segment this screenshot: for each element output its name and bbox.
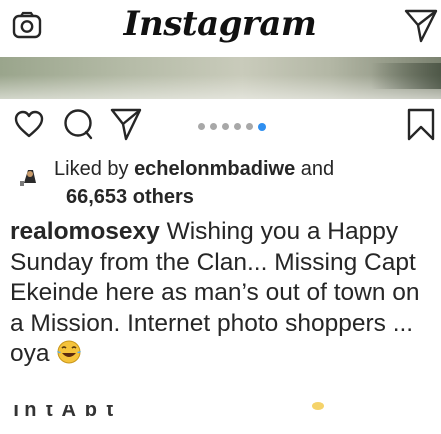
liked-by-line: Liked by echelonmbadiwe and <box>54 158 334 181</box>
liked-by-and: and <box>295 158 335 180</box>
cut-off-text: Th t A b t <box>10 405 116 417</box>
post-image[interactable] <box>0 57 441 99</box>
post-caption: realomosexy Wishing you a Happy Sunday f… <box>10 217 438 370</box>
caption-username[interactable]: realomosexy <box>10 218 160 245</box>
cut-off-comment: Th t A b t <box>10 405 340 417</box>
send-icon[interactable] <box>110 107 142 141</box>
emoji-icon <box>310 397 326 410</box>
carousel-dot <box>234 123 241 130</box>
heart-icon[interactable] <box>14 109 44 139</box>
camera-icon[interactable] <box>12 11 42 41</box>
carousel-dot <box>222 123 229 130</box>
carousel-dot <box>246 123 253 130</box>
carousel-dot <box>198 123 205 130</box>
bookmark-icon[interactable] <box>405 107 437 141</box>
direct-send-icon[interactable] <box>404 7 438 43</box>
laughing-tears-emoji <box>56 340 82 364</box>
app-logo: Instagram <box>123 4 317 44</box>
avatar[interactable] <box>18 164 42 188</box>
comment-icon[interactable] <box>62 108 94 140</box>
carousel-dot-active <box>258 122 266 131</box>
carousel-dot <box>210 123 217 130</box>
liker-username[interactable]: echelonmbadiwe <box>134 158 295 180</box>
action-bar <box>0 103 441 149</box>
liked-by-prefix: Liked by <box>54 158 135 180</box>
top-bar: Instagram <box>0 0 441 56</box>
image-shadow <box>371 63 441 89</box>
likes-count[interactable]: 66,653 others <box>66 186 194 209</box>
